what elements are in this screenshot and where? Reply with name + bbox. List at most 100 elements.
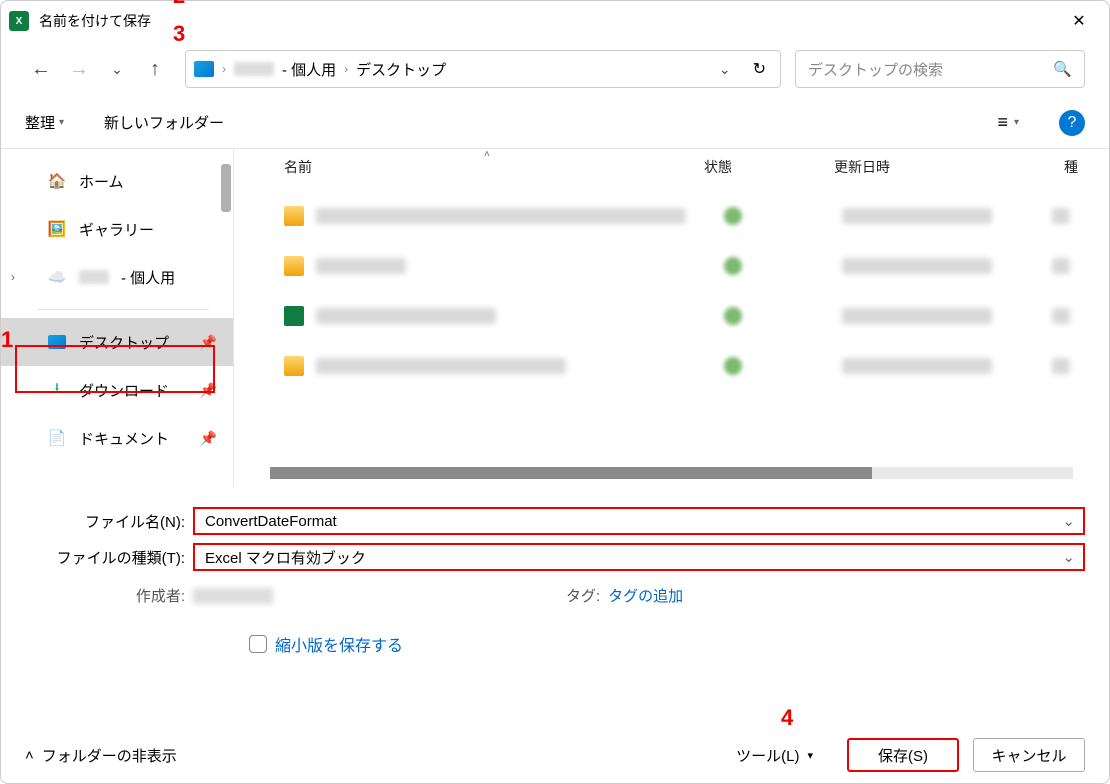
column-state[interactable]: 状態 [704, 157, 834, 177]
new-folder-button[interactable]: 新しいフォルダー [104, 112, 224, 133]
save-button[interactable]: 保存(S) [847, 738, 959, 772]
sidebar-item-label: ギャラリー [79, 219, 154, 240]
dropdown-icon[interactable]: ⌄ [1062, 548, 1075, 566]
filename-input[interactable]: ConvertDateFormat ⌄ [193, 507, 1085, 535]
filetype-label: ファイルの種類(T): [25, 547, 185, 568]
metadata-row: 作成者: タグ: タグの追加 [25, 575, 1085, 606]
author-value-redacted[interactable] [193, 588, 273, 604]
search-placeholder: デスクトップの検索 [808, 59, 943, 80]
file-name-redacted [316, 308, 496, 324]
search-icon[interactable]: 🔍 [1053, 60, 1072, 78]
filename-row: ファイル名(N): ConvertDateFormat ⌄ [25, 503, 1085, 539]
window-title: 名前を付けて保存 [39, 11, 1057, 31]
file-row[interactable] [234, 341, 1109, 391]
annotation-3: 3 [173, 21, 185, 47]
close-button[interactable]: ✕ [1057, 1, 1101, 41]
file-date-redacted [842, 308, 992, 324]
scrollbar-thumb[interactable] [270, 467, 872, 479]
onedrive-icon: ☁️ [47, 267, 67, 287]
file-row[interactable] [234, 191, 1109, 241]
filetype-dropdown[interactable]: Excel マクロ有効ブック ⌄ [193, 543, 1085, 571]
sidebar-item-desktop[interactable]: デスクトップ 📌 [1, 318, 233, 366]
view-options-button[interactable]: ≡ ▾ [997, 112, 1019, 133]
annotation-2: 2 [173, 0, 185, 9]
file-row[interactable] [234, 241, 1109, 291]
file-name-redacted [316, 258, 406, 274]
dropdown-icon[interactable]: ⌄ [1062, 512, 1075, 530]
column-type[interactable]: 種 [1064, 157, 1078, 177]
footer: ˄ フォルダーの非表示 ツール(L) ▾ 4 保存(S) キャンセル [1, 727, 1109, 783]
sidebar-item-gallery[interactable]: 🖼️ ギャラリー [1, 205, 233, 253]
sort-indicator-icon: ˄ [484, 149, 490, 160]
downloads-icon: ⭳ [47, 380, 67, 400]
nav-up-button[interactable]: ↑ [139, 53, 171, 85]
breadcrumb-user-suffix[interactable]: - 個人用 [282, 59, 336, 80]
annotation-4: 4 [781, 705, 793, 731]
add-tag-link[interactable]: タグの追加 [608, 585, 683, 606]
column-date[interactable]: 更新日時 [834, 157, 1064, 177]
help-button[interactable]: ? [1059, 110, 1085, 136]
sidebar-item-label: ドキュメント [79, 428, 169, 449]
nav-back-button[interactable]: ← [25, 53, 57, 85]
file-state-redacted [724, 207, 742, 225]
file-type-redacted [1052, 308, 1070, 324]
form-area: 2 ファイル名(N): ConvertDateFormat ⌄ 3 ファイルの種… [1, 487, 1109, 656]
pin-icon[interactable]: 📌 [200, 334, 217, 351]
dropdown-icon: ▾ [807, 749, 813, 762]
organize-menu[interactable]: 整理▾ [25, 112, 64, 133]
address-dropdown-icon[interactable]: ⌄ [711, 61, 739, 78]
author-label: 作成者: [25, 585, 185, 606]
hide-folders-label: フォルダーの非表示 [42, 745, 177, 766]
titlebar: X 名前を付けて保存 ✕ [1, 1, 1109, 41]
sidebar-item-label: ダウンロード [79, 380, 169, 401]
file-row[interactable] [234, 291, 1109, 341]
nav-forward-button[interactable]: → [63, 53, 95, 85]
pin-icon[interactable]: 📌 [200, 430, 217, 447]
folder-icon [284, 256, 304, 276]
sidebar-item-label: ホーム [79, 171, 124, 192]
folder-icon [284, 206, 304, 226]
cancel-button[interactable]: キャンセル [973, 738, 1085, 772]
breadcrumb-user-redacted[interactable] [234, 62, 274, 76]
sidebar-item-downloads[interactable]: ⭳ ダウンロード 📌 [1, 366, 233, 414]
documents-icon: 📄 [47, 428, 67, 448]
thumbnail-checkbox-row[interactable]: 縮小版を保存する [25, 606, 1085, 656]
tools-menu[interactable]: ツール(L) ▾ [736, 745, 813, 766]
pin-icon[interactable]: 📌 [200, 382, 217, 399]
excel-file-icon [284, 306, 304, 326]
breadcrumb-desktop[interactable]: デスクトップ [356, 59, 446, 80]
sidebar-item-label: - 個人用 [121, 267, 175, 288]
sidebar-item-home[interactable]: 🏠 ホーム [1, 157, 233, 205]
refresh-button[interactable]: ↻ [747, 59, 772, 79]
hide-folders-toggle[interactable]: ˄ フォルダーの非表示 [25, 745, 177, 766]
thumbnail-label: 縮小版を保存する [275, 632, 403, 656]
nav-history-dropdown[interactable]: ⌄ [101, 53, 133, 85]
desktop-icon [47, 332, 67, 352]
expand-icon[interactable]: › [11, 270, 15, 284]
sidebar-item-documents[interactable]: 📄 ドキュメント 📌 [1, 414, 233, 462]
navbar: ← → ⌄ ↑ › - 個人用 › デスクトップ ⌄ ↻ デスクトップの検索 🔍 [1, 41, 1109, 97]
filetype-row: ファイルの種類(T): Excel マクロ有効ブック ⌄ [25, 539, 1085, 575]
sidebar-scrollbar[interactable] [221, 164, 231, 212]
thumbnail-checkbox[interactable] [249, 635, 267, 653]
main-area: 🏠 ホーム 🖼️ ギャラリー › ☁️ - 個人用 1 デスクトップ 📌 ⭳ ダ… [1, 149, 1109, 487]
file-list-area: ˄ 名前 状態 更新日時 種 [233, 149, 1109, 487]
sidebar-item-onedrive[interactable]: › ☁️ - 個人用 [1, 253, 233, 301]
filetype-value: Excel マクロ有効ブック [205, 547, 366, 568]
file-type-redacted [1052, 358, 1070, 374]
file-type-redacted [1052, 258, 1070, 274]
gallery-icon: 🖼️ [47, 219, 67, 239]
search-box[interactable]: デスクトップの検索 🔍 [795, 50, 1085, 88]
breadcrumb-separator-icon: › [222, 62, 226, 76]
file-date-redacted [842, 358, 992, 374]
file-name-redacted [316, 208, 686, 224]
column-name[interactable]: 名前 [284, 157, 704, 177]
folder-icon [284, 356, 304, 376]
filename-label: ファイル名(N): [25, 511, 185, 532]
excel-app-icon: X [9, 11, 29, 31]
home-icon: 🏠 [47, 171, 67, 191]
file-rows [234, 185, 1109, 391]
address-bar[interactable]: › - 個人用 › デスクトップ ⌄ ↻ [185, 50, 781, 88]
sidebar: 🏠 ホーム 🖼️ ギャラリー › ☁️ - 個人用 1 デスクトップ 📌 ⭳ ダ… [1, 149, 233, 487]
horizontal-scrollbar[interactable] [270, 467, 1073, 479]
